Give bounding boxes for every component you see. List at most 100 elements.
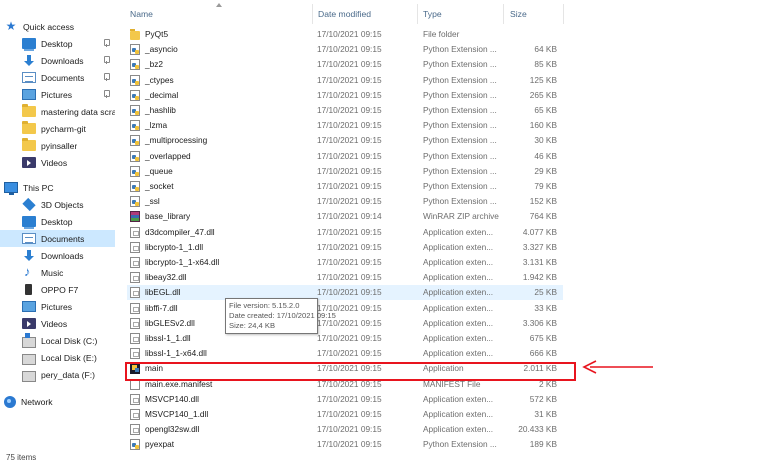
file-name: base_library [145,211,191,222]
file-row[interactable]: pyexpat 17/10/2021 09:15 Python Extension … [127,437,563,452]
file-row[interactable]: libGLESv2.dll 17/10/2021 09:15 Application… [127,316,563,331]
pictures-icon [22,89,36,100]
sidebar-item[interactable]: Music [0,264,115,281]
column-date-modified[interactable]: Date modified [318,9,371,19]
file-row[interactable]: libssl-1_1.dll 17/10/2021 09:15 Applicatio… [127,331,563,346]
sidebar-item-label: OPPO F7 [41,284,79,295]
file-date-modified: 17/10/2021 09:15 [317,196,382,207]
sidebar-item[interactable]: ★ Quick access [0,18,115,35]
sidebar-item[interactable]: Documents [0,230,115,247]
file-size: 3.306 KB [522,317,557,328]
dll-file-icon [130,424,140,436]
column-name[interactable]: Name [130,9,153,19]
sidebar-item-label: Downloads [41,250,84,261]
desktop-icon [22,216,36,229]
file-name: d3dcompiler_47.dll [145,226,215,237]
python-extension-icon [130,150,140,162]
file-row[interactable]: libcrypto-1_1-x64.dll 17/10/2021 09:15 App… [127,255,563,270]
file-size: 64 KB [534,44,557,55]
sidebar-item[interactable]: mastering data scra [0,103,115,120]
file-size: 79 KB [534,181,557,191]
file-row[interactable]: _lzma 17/10/2021 09:15 Python Extension ..… [127,118,563,133]
sidebar-item[interactable]: Desktop [0,213,115,230]
file-row[interactable]: _ssl 17/10/2021 09:15 Python Extension ...… [127,194,563,209]
file-row[interactable]: libssl-1_1-x64.dll 17/10/2021 09:15 Applic… [127,346,563,361]
file-row[interactable]: _overlapped 17/10/2021 09:15 Python Extens… [127,149,563,164]
status-item-count: 75 items [6,453,37,462]
file-row[interactable]: _hashlib 17/10/2021 09:15 Python Extension… [127,103,563,118]
tooltip-size: Size: 24,4 KB [229,321,276,330]
file-size: 29 KB [534,165,557,176]
sidebar-item[interactable]: 3D Objects [0,196,115,213]
dll-file-icon [130,393,140,405]
dll-file-icon [130,287,140,299]
sidebar-item[interactable]: Local Disk (E:) [0,349,115,366]
file-row[interactable]: _socket 17/10/2021 09:15 Python Extension … [127,179,563,194]
file-row[interactable]: _ctypes 17/10/2021 09:15 Python Extension … [127,73,563,88]
file-date-modified: 17/10/2021 09:15 [317,150,382,161]
sidebar-item[interactable]: Network [0,393,115,410]
sidebar-item[interactable]: Pictures [0,86,115,103]
file-size: 20.433 KB [518,424,557,435]
file-type: Python Extension ... [423,439,497,450]
column-divider[interactable] [563,4,564,24]
file-row[interactable]: opengl32sw.dll 17/10/2021 09:15 Applicatio… [127,422,563,437]
sort-up-icon [216,3,222,7]
file-name: opengl32sw.dll [145,424,200,435]
sidebar-item[interactable]: pycharm-git [0,120,115,137]
file-row[interactable]: libEGL.dll 17/10/2021 09:15 Application ex… [127,285,563,301]
file-name: _hashlib [145,105,176,115]
sidebar-item[interactable]: Local Disk (C:) [0,332,115,349]
file-row[interactable]: libcrypto-1_1.dll 17/10/2021 09:15 Applica… [127,240,563,255]
file-row[interactable]: d3dcompiler_47.dll 17/10/2021 09:15 Applic… [127,225,563,240]
sidebar-item[interactable]: Desktop [0,35,115,52]
column-divider[interactable] [417,4,418,24]
file-type: Application exten... [423,317,494,328]
sidebar-item-label: Videos [41,157,68,168]
annotation-arrow-icon [582,360,653,374]
sidebar-item[interactable]: This PC [0,179,115,196]
python-extension-icon [130,165,140,177]
file-row[interactable]: PyQt5 17/10/2021 09:15 File folder [127,27,563,42]
sidebar-item[interactable]: Pictures [0,298,115,315]
sidebar-item[interactable]: Videos [0,154,115,171]
file-type: Application exten... [423,348,494,359]
sidebar-item[interactable]: Downloads [0,247,115,264]
column-divider[interactable] [312,4,313,24]
sidebar-item[interactable]: pyinsaller [0,137,115,154]
file-row[interactable]: libffi-7.dll 17/10/2021 09:15 Application … [127,301,563,316]
python-extension-icon [130,120,140,132]
file-date-modified: 17/10/2021 09:15 [317,89,382,100]
file-row[interactable]: MSVCP140_1.dll 17/10/2021 09:15 Applicatio… [127,407,563,422]
file-row[interactable]: _bz2 17/10/2021 09:15 Python Extension ...… [127,57,563,72]
dll-file-icon [130,257,140,268]
file-name: _lzma [145,120,168,131]
pin-icon [103,73,110,81]
sidebar-item[interactable]: Documents [0,69,115,86]
this-pc-icon [4,182,18,195]
file-row[interactable]: _asyncio 17/10/2021 09:15 Python Extension… [127,42,563,57]
file-type: Python Extension ... [423,44,497,55]
desktop-icon [22,38,36,51]
sidebar-item[interactable]: Videos [0,315,115,332]
file-row[interactable]: _decimal 17/10/2021 09:15 Python Extension… [127,88,563,103]
column-size[interactable]: Size [510,9,527,19]
file-row[interactable]: _multiprocessing 17/10/2021 09:15 Python E… [127,133,563,148]
pictures-icon [22,301,36,312]
column-type[interactable]: Type [423,9,442,19]
file-row[interactable]: base_library 17/10/2021 09:14 WinRAR ZIP a… [127,209,563,224]
sidebar-item[interactable]: pery_data (F:) [0,366,115,383]
file-name: _bz2 [145,59,163,70]
file-row[interactable]: MSVCP140.dll 17/10/2021 09:15 Application … [127,392,563,407]
file-type: Python Extension ... [423,89,497,100]
column-divider[interactable] [503,4,504,24]
file-date-modified: 17/10/2021 09:15 [317,241,382,252]
file-name: MSVCP140.dll [145,393,199,404]
file-type: Application exten... [423,393,494,404]
sidebar-item[interactable]: OPPO F7 [0,281,115,298]
sidebar-item-label: pycharm-git [41,123,86,134]
file-date-modified: 17/10/2021 09:15 [317,393,382,404]
sidebar-item[interactable]: Downloads [0,52,115,69]
file-row[interactable]: libeay32.dll 17/10/2021 09:15 Application … [127,270,563,285]
file-row[interactable]: _queue 17/10/2021 09:15 Python Extension .… [127,164,563,179]
